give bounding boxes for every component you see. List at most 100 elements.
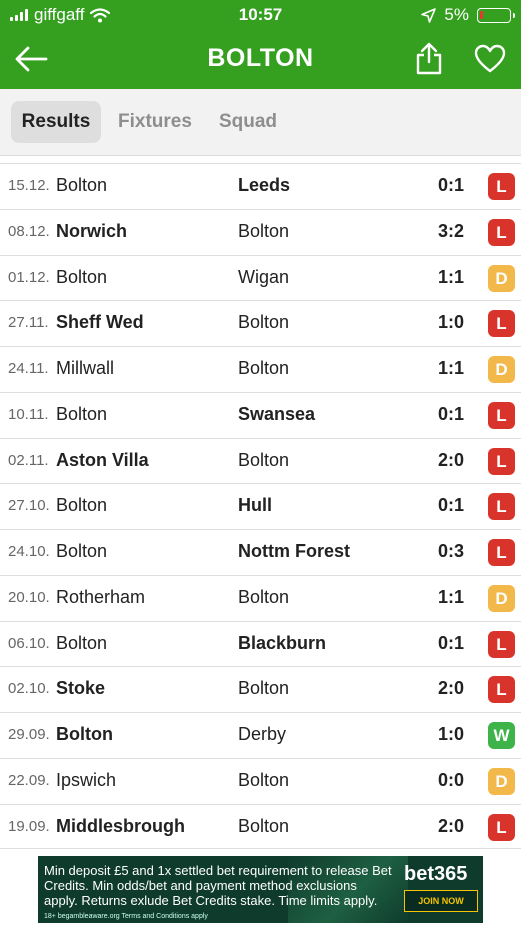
match-score: 1:1 bbox=[437, 266, 464, 287]
match-date: 08.12. bbox=[8, 222, 50, 240]
away-team: Bolton bbox=[238, 815, 290, 836]
match-score: 1:0 bbox=[437, 312, 464, 333]
away-team: Blackburn bbox=[238, 632, 327, 653]
share-icon[interactable] bbox=[414, 41, 444, 75]
ad-footer: 18+ begambleaware.org Terms and Conditio… bbox=[44, 913, 208, 920]
match-date: 24.10. bbox=[8, 543, 50, 560]
match-date: 29.09. bbox=[8, 726, 50, 743]
result-badge: L bbox=[488, 447, 515, 475]
result-badge: L bbox=[488, 218, 515, 246]
home-team: Bolton bbox=[56, 495, 108, 516]
match-score: 0:1 bbox=[437, 403, 464, 424]
match-score: 1:1 bbox=[437, 358, 464, 378]
result-row[interactable]: 29.09. Bolton Derby 1:0 W bbox=[0, 712, 521, 758]
away-team: Bolton bbox=[238, 769, 290, 790]
match-score: 2:0 bbox=[437, 678, 464, 699]
result-badge: L bbox=[488, 539, 515, 566]
home-team: Middlesbrough bbox=[56, 815, 185, 836]
home-team: Rotherham bbox=[56, 586, 146, 607]
result-badge: W bbox=[488, 722, 515, 749]
result-badge: D bbox=[488, 767, 515, 795]
ad-banner[interactable]: Min deposit £5 and 1x settled bet requir… bbox=[38, 856, 483, 923]
match-date: 27.10. bbox=[8, 497, 50, 515]
result-badge: D bbox=[488, 264, 515, 292]
match-score: 1:0 bbox=[437, 724, 464, 744]
away-team: Bolton bbox=[238, 586, 290, 607]
match-score: 2:0 bbox=[437, 815, 464, 836]
tab-squad[interactable]: Squad bbox=[212, 101, 284, 143]
result-badge: L bbox=[488, 813, 515, 841]
home-team: Bolton bbox=[56, 724, 113, 744]
match-score: 3:2 bbox=[437, 220, 464, 241]
match-date: 01.12. bbox=[8, 268, 50, 286]
result-row[interactable]: 08.12. Norwich Bolton 3:2 L bbox=[0, 208, 521, 255]
away-team: Derby bbox=[238, 724, 287, 744]
result-row[interactable]: 20.10. Rotherham Bolton 1:1 D bbox=[0, 574, 521, 621]
result-row[interactable]: 01.12. Bolton Wigan 1:1 D bbox=[0, 254, 521, 301]
result-badge: L bbox=[488, 310, 515, 338]
away-team: Bolton bbox=[238, 449, 290, 470]
match-date: 24.11. bbox=[8, 360, 49, 377]
home-team: Millwall bbox=[56, 358, 114, 378]
ad-brand-logo: bet365 bbox=[404, 863, 468, 885]
status-right: 5% bbox=[421, 5, 515, 25]
away-team: Leeds bbox=[238, 175, 291, 195]
tab-bar: Results Fixtures Squad bbox=[0, 89, 521, 156]
match-date: 27.11. bbox=[8, 314, 49, 332]
result-row[interactable]: 19.09. Middlesbrough Bolton 2:0 L bbox=[0, 803, 521, 850]
battery-icon bbox=[477, 7, 515, 23]
join-now-button[interactable]: JOIN NOW bbox=[404, 890, 478, 912]
result-row[interactable]: 02.10. Stoke Bolton 2:0 L bbox=[0, 666, 521, 712]
home-team: Sheff Wed bbox=[56, 312, 144, 333]
result-row[interactable]: 02.11. Aston Villa Bolton 2:0 L bbox=[0, 437, 521, 484]
away-team: Bolton bbox=[238, 220, 290, 241]
result-row[interactable]: 10.11. Bolton Swansea 0:1 L bbox=[0, 391, 521, 438]
match-date: 06.10. bbox=[8, 634, 50, 652]
away-team: Bolton bbox=[238, 358, 290, 378]
result-badge: D bbox=[488, 584, 515, 612]
result-badge: D bbox=[488, 356, 515, 383]
match-score: 0:3 bbox=[437, 541, 464, 561]
away-team: Bolton bbox=[238, 678, 290, 699]
result-row[interactable]: 24.10. Bolton Nottm Forest 0:3 L bbox=[0, 529, 521, 575]
home-team: Bolton bbox=[56, 266, 108, 287]
match-date: 15.12. bbox=[8, 177, 50, 194]
result-row[interactable]: 27.10. Bolton Hull 0:1 L bbox=[0, 483, 521, 529]
result-badge: L bbox=[488, 401, 515, 429]
status-bar: giffgaff 10:57 5% bbox=[0, 0, 521, 30]
home-team: Bolton bbox=[56, 403, 108, 424]
result-badge: L bbox=[488, 493, 515, 521]
away-team: Bolton bbox=[238, 312, 290, 333]
home-team: Stoke bbox=[56, 678, 106, 699]
match-score: 0:0 bbox=[437, 769, 464, 790]
match-date: 02.11. bbox=[8, 451, 49, 469]
battery-percent: 5% bbox=[444, 5, 469, 24]
result-row[interactable]: 15.12. Bolton Leeds 0:1 L bbox=[0, 163, 521, 209]
result-badge: L bbox=[488, 173, 515, 200]
match-date: 22.09. bbox=[8, 771, 50, 789]
match-score: 0:1 bbox=[437, 495, 464, 516]
home-team: Ipswich bbox=[56, 769, 117, 790]
match-score: 1:1 bbox=[437, 586, 464, 607]
match-score: 0:1 bbox=[437, 175, 464, 195]
favorite-heart-icon[interactable] bbox=[474, 44, 506, 74]
away-team: Wigan bbox=[238, 266, 290, 287]
result-row[interactable]: 24.11. Millwall Bolton 1:1 D bbox=[0, 346, 521, 392]
tab-results[interactable]: Results bbox=[11, 101, 101, 143]
tab-fixtures[interactable]: Fixtures bbox=[110, 101, 200, 143]
result-row[interactable]: 22.09. Ipswich Bolton 0:0 D bbox=[0, 757, 521, 804]
result-row[interactable]: 06.10. Bolton Blackburn 0:1 L bbox=[0, 620, 521, 667]
away-team: Nottm Forest bbox=[238, 541, 350, 561]
match-score: 0:1 bbox=[437, 632, 464, 653]
ad-text: Min deposit £5 and 1x settled bet requir… bbox=[44, 863, 392, 908]
home-team: Norwich bbox=[56, 220, 128, 241]
result-badge: L bbox=[488, 630, 515, 658]
results-list: 15.12. Bolton Leeds 0:1 L 08.12. Norwich Bolton… bbox=[0, 163, 521, 850]
home-team: Aston Villa bbox=[56, 449, 149, 470]
match-score: 2:0 bbox=[437, 449, 464, 470]
result-row[interactable]: 27.11. Sheff Wed Bolton 1:0 L bbox=[0, 300, 521, 346]
home-team: Bolton bbox=[56, 541, 108, 561]
match-date: 20.10. bbox=[8, 588, 50, 606]
away-team: Hull bbox=[238, 495, 272, 516]
match-date: 02.10. bbox=[8, 680, 50, 698]
